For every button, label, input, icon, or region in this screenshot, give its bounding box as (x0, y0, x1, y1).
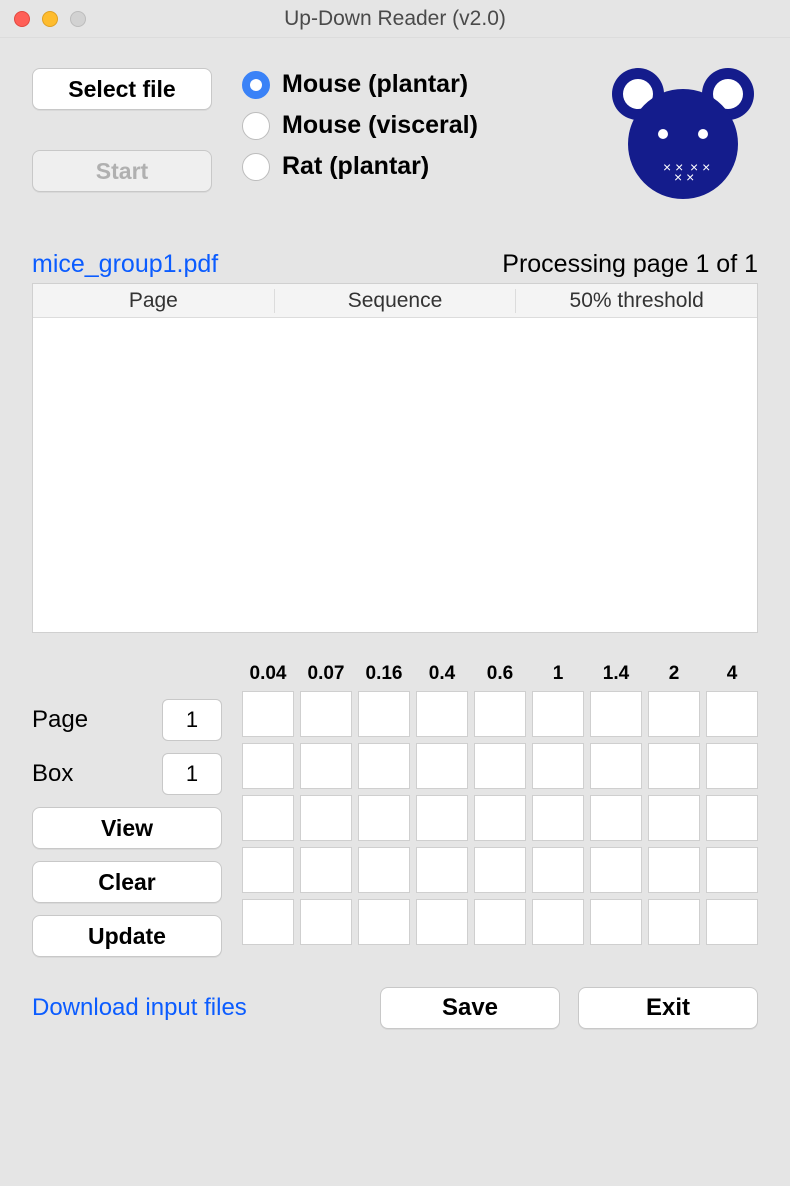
grid-cell[interactable] (300, 899, 352, 945)
grid-cell[interactable] (474, 847, 526, 893)
grid-col-header: 0.04 (242, 663, 294, 685)
grid-cell[interactable] (300, 795, 352, 841)
results-table: Page Sequence 50% threshold (32, 283, 758, 633)
grid-cell[interactable] (706, 691, 758, 737)
grid-header: 0.04 0.07 0.16 0.4 0.6 1 1.4 24 (242, 663, 758, 685)
grid-cell[interactable] (648, 691, 700, 737)
grid-cell[interactable] (358, 743, 410, 789)
grid-cell[interactable] (474, 691, 526, 737)
grid-cell[interactable] (590, 847, 642, 893)
start-button: Start (32, 150, 212, 192)
col-threshold: 50% threshold (516, 289, 757, 313)
grid-cell[interactable] (590, 691, 642, 737)
exit-button[interactable]: Exit (578, 987, 758, 1029)
grid-cell[interactable] (300, 743, 352, 789)
grid-cell[interactable] (590, 795, 642, 841)
grid-cell[interactable] (358, 691, 410, 737)
grid-cell[interactable] (532, 899, 584, 945)
grid-row (242, 795, 758, 841)
grid-row (242, 743, 758, 789)
grid-cell[interactable] (358, 795, 410, 841)
grid-cell[interactable] (648, 743, 700, 789)
col-page: Page (33, 289, 275, 313)
grid-row (242, 691, 758, 737)
col-sequence: Sequence (275, 289, 517, 313)
download-link[interactable]: Download input files (32, 994, 247, 1022)
radio-label: Mouse (plantar) (282, 70, 468, 99)
grid-cell[interactable] (242, 691, 294, 737)
update-button[interactable]: Update (32, 915, 222, 957)
grid-cell[interactable] (242, 795, 294, 841)
grid-cell[interactable] (416, 795, 468, 841)
grid-cell[interactable] (242, 847, 294, 893)
grid-cell[interactable] (242, 743, 294, 789)
grid-cell[interactable] (648, 899, 700, 945)
grid-cell[interactable] (648, 795, 700, 841)
clear-button[interactable]: Clear (32, 861, 222, 903)
radio-icon (242, 153, 270, 181)
table-body (33, 318, 757, 632)
processing-status: Processing page 1 of 1 (502, 250, 758, 279)
page-label: Page (32, 706, 88, 734)
filename-label: mice_group1.pdf (32, 250, 218, 279)
grid-cell[interactable] (706, 795, 758, 841)
mouse-logo-icon: × × × × × × (608, 64, 758, 210)
save-button[interactable]: Save (380, 987, 560, 1029)
titlebar: Up-Down Reader (v2.0) (0, 0, 790, 38)
window-title: Up-Down Reader (v2.0) (0, 7, 790, 31)
grid-row (242, 899, 758, 945)
grid-cell[interactable] (416, 691, 468, 737)
grid-cell[interactable] (416, 899, 468, 945)
grid-cell[interactable] (590, 743, 642, 789)
select-file-button[interactable]: Select file (32, 68, 212, 110)
grid-cell[interactable] (358, 899, 410, 945)
radio-label: Mouse (visceral) (282, 111, 478, 140)
box-label: Box (32, 760, 73, 788)
grid-cell[interactable] (300, 847, 352, 893)
grid-col-header: 0.07 (300, 663, 352, 685)
grid-cell[interactable] (416, 743, 468, 789)
page-input[interactable]: 1 (162, 699, 222, 741)
grid-cell[interactable] (416, 847, 468, 893)
grid-cell[interactable] (532, 847, 584, 893)
grid-cell[interactable] (648, 847, 700, 893)
grid-cell[interactable] (474, 899, 526, 945)
grid-row (242, 847, 758, 893)
grid-col-header: 1.4 (590, 663, 642, 685)
grid-cell[interactable] (474, 743, 526, 789)
svg-text:× ×: × × (674, 169, 694, 185)
view-button[interactable]: View (32, 807, 222, 849)
grid-col-header: 1 (532, 663, 584, 685)
radio-rat-plantar[interactable]: Rat (plantar) (242, 152, 478, 181)
box-input[interactable]: 1 (162, 753, 222, 795)
grid-cell[interactable] (706, 743, 758, 789)
grid-col-header: 0.16 (358, 663, 410, 685)
grid-cell[interactable] (532, 795, 584, 841)
grid-cell[interactable] (590, 899, 642, 945)
radio-mouse-plantar[interactable]: Mouse (plantar) (242, 70, 478, 99)
grid-cell[interactable] (300, 691, 352, 737)
grid-cell[interactable] (532, 691, 584, 737)
grid-cell[interactable] (242, 899, 294, 945)
radio-icon (242, 71, 270, 99)
grid-cell[interactable] (532, 743, 584, 789)
grid-cell[interactable] (474, 795, 526, 841)
grid-cell[interactable] (706, 899, 758, 945)
radio-icon (242, 112, 270, 140)
grid-col-header: 0.6 (474, 663, 526, 685)
radio-label: Rat (plantar) (282, 152, 429, 181)
grid-col-header: 0.4 (416, 663, 468, 685)
grid-cell[interactable] (358, 847, 410, 893)
grid-col-header: 4 (706, 663, 758, 685)
radio-mouse-visceral[interactable]: Mouse (visceral) (242, 111, 478, 140)
grid-cell[interactable] (706, 847, 758, 893)
grid-col-header: 2 (648, 663, 700, 685)
